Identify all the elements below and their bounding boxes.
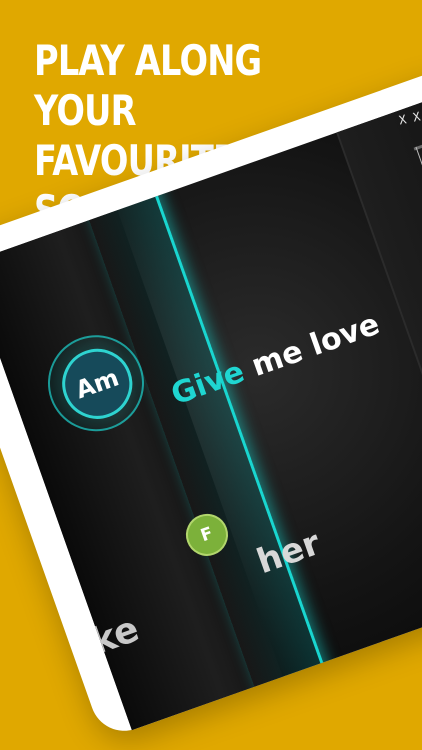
string-state: X <box>397 112 408 128</box>
headline-line: PLAY ALONG <box>34 36 262 85</box>
lyric-rest: me love <box>237 306 385 388</box>
headline-line: YOUR <box>34 86 136 135</box>
chord-fretboard <box>332 86 422 652</box>
string-state: X <box>411 109 422 125</box>
